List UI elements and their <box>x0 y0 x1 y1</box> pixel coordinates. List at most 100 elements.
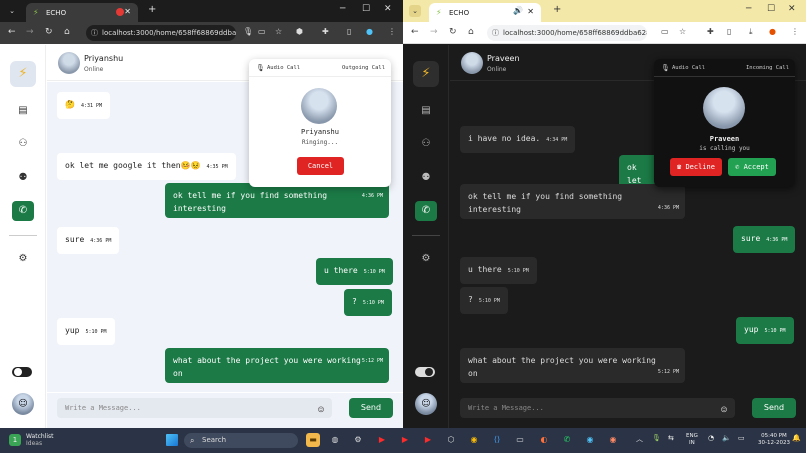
address-bar[interactable]: ⓘ localhost:3000/home/658ff68869ddba628a… <box>487 25 647 41</box>
close-window-icon[interactable]: ✕ <box>384 4 392 14</box>
cast-icon[interactable]: ▭ <box>258 27 266 36</box>
sidepanel-icon[interactable]: ▯ <box>727 27 731 36</box>
echo-favicon-icon: ⚡ <box>436 8 442 17</box>
taskbar-search[interactable]: ⌕ Search <box>184 433 298 448</box>
chrome-icon[interactable]: ◉ <box>467 433 481 447</box>
outgoing-call-popup: 🎙 Audio Call Outgoing Call Priyanshu Rin… <box>249 59 391 187</box>
input-language[interactable]: ENG IN <box>686 433 698 447</box>
address-bar[interactable]: ⓘ localhost:3000/home/658ff68869ddba6... <box>86 25 236 41</box>
site-info-icon[interactable]: ⓘ <box>91 25 98 41</box>
puzzle-icon[interactable]: ✚ <box>707 27 714 36</box>
puzzle-icon[interactable]: ✚ <box>322 27 329 36</box>
reload-icon[interactable]: ↻ <box>45 27 53 37</box>
mic-tray-icon[interactable]: 🎙 <box>652 434 661 442</box>
sidebar-divider <box>412 235 440 236</box>
profile-icon[interactable]: ● <box>366 27 373 36</box>
chats-icon[interactable]: ▤ <box>415 101 437 121</box>
minimize-icon[interactable]: ─ <box>746 4 751 14</box>
file-explorer-icon[interactable]: ▬ <box>306 433 320 447</box>
message-input[interactable]: Write a Message... ☺ <box>57 398 332 418</box>
send-button[interactable]: Send <box>349 398 393 418</box>
message-placeholder: Write a Message... <box>65 404 141 412</box>
extension-icon[interactable]: ⬢ <box>296 27 303 36</box>
battery-icon[interactable]: ▭ <box>738 434 745 442</box>
speaker-icon[interactable]: 🔊 <box>513 6 523 15</box>
send-button[interactable]: Send <box>752 398 796 418</box>
close-tab-icon[interactable]: ✕ <box>527 7 534 16</box>
add-friend-icon[interactable]: ⚇ <box>415 134 437 154</box>
menu-kebab-icon[interactable]: ⋮ <box>388 27 396 36</box>
contact-avatar[interactable] <box>58 52 80 74</box>
settings-gear-icon[interactable]: ⚙ <box>415 249 437 269</box>
decline-call-button[interactable]: ☎ Decline <box>670 158 722 176</box>
minimize-icon[interactable]: ─ <box>340 4 345 14</box>
windows-start-icon[interactable] <box>166 434 178 446</box>
bookmark-star-icon[interactable]: ☆ <box>275 27 282 36</box>
theme-toggle[interactable] <box>12 367 32 377</box>
youtube-icon[interactable]: ▶ <box>375 433 389 447</box>
settings-gear-icon[interactable]: ⚙ <box>12 249 34 269</box>
accept-call-button[interactable]: ✆ Accept <box>728 158 776 176</box>
add-friend-icon[interactable]: ⚇ <box>12 134 34 154</box>
firefox-icon[interactable]: ◐ <box>537 433 551 447</box>
user-avatar[interactable]: ☺ <box>415 393 437 415</box>
site-info-icon[interactable]: ⓘ <box>492 25 499 41</box>
chat-app-icon[interactable]: ◍ <box>328 433 342 447</box>
emoji-icon[interactable]: ☺ <box>721 401 727 421</box>
youtube-icon[interactable]: ▶ <box>398 433 412 447</box>
groups-icon[interactable]: ⚉ <box>415 168 437 188</box>
cube-app-icon[interactable]: ⬡ <box>444 433 458 447</box>
mic-icon[interactable]: 🎙 <box>243 27 253 36</box>
contact-avatar[interactable] <box>461 52 483 74</box>
whatsapp-icon[interactable]: ✆ <box>560 433 574 447</box>
browser-tab[interactable]: ⚡ ECHO 🔊 ✕ <box>429 3 541 22</box>
close-window-icon[interactable]: ✕ <box>788 4 796 14</box>
terminal-icon[interactable]: ▭ <box>513 433 527 447</box>
back-icon[interactable]: ← <box>8 27 16 37</box>
reload-icon[interactable]: ↻ <box>449 27 457 37</box>
calls-icon[interactable]: ✆ <box>12 201 34 221</box>
tab-search-icon[interactable]: ⌄ <box>6 5 18 17</box>
home-icon[interactable]: ⌂ <box>64 27 70 37</box>
forward-icon[interactable]: → <box>26 27 34 37</box>
user-avatar[interactable]: ☺ <box>12 393 34 415</box>
sidepanel-icon[interactable]: ▯ <box>347 27 351 36</box>
sidebar: ⚡ ▤ ⚇ ⚉ ✆ ⚙ ☺ <box>0 45 46 428</box>
home-icon[interactable]: ⌂ <box>468 27 474 37</box>
profile-icon[interactable]: ● <box>769 27 776 36</box>
download-icon[interactable]: ⤓ <box>749 27 753 37</box>
contact-name: Praveen <box>487 54 520 63</box>
chrome-profile-icon[interactable]: ◉ <box>583 433 597 447</box>
message-input[interactable]: Write a Message... ☺ <box>460 398 735 418</box>
wifi-icon[interactable]: ◔ <box>708 434 714 442</box>
close-tab-icon[interactable]: ✕ <box>124 7 131 16</box>
maximize-icon[interactable]: ☐ <box>362 4 370 14</box>
maximize-icon[interactable]: ☐ <box>767 4 775 14</box>
chats-icon[interactable]: ▤ <box>12 101 34 121</box>
cancel-call-button[interactable]: Cancel <box>297 157 344 175</box>
mic-icon: 🎙 <box>661 64 670 72</box>
new-tab-button[interactable]: + <box>148 4 156 15</box>
chrome-profile-icon[interactable]: ◉ <box>606 433 620 447</box>
new-tab-button[interactable]: + <box>553 4 561 15</box>
theme-toggle[interactable] <box>415 367 435 377</box>
groups-icon[interactable]: ⚉ <box>12 168 34 188</box>
back-icon[interactable]: ← <box>411 27 419 37</box>
clock[interactable]: 05:40 PM 30-12-2023 <box>758 433 790 447</box>
tray-chevron-icon[interactable]: ︿ <box>636 434 643 444</box>
emoji-icon[interactable]: ☺ <box>318 401 324 421</box>
notification-bell-icon[interactable]: 🔔 <box>792 434 801 442</box>
tray-app-icon[interactable]: ⇆ <box>668 434 674 442</box>
tab-search-icon[interactable]: ⌄ <box>409 5 421 17</box>
calls-icon[interactable]: ✆ <box>415 201 437 221</box>
cast-icon[interactable]: ▭ <box>661 27 669 36</box>
forward-icon[interactable]: → <box>430 27 438 37</box>
vscode-icon[interactable]: ⟨⟩ <box>490 433 504 447</box>
menu-kebab-icon[interactable]: ⋮ <box>791 27 799 36</box>
youtube-icon[interactable]: ▶ <box>421 433 435 447</box>
settings-app-icon[interactable]: ⚙ <box>351 433 365 447</box>
bookmark-star-icon[interactable]: ☆ <box>679 27 686 36</box>
browser-tab[interactable]: ⚡ ECHO ✕ <box>26 3 138 22</box>
volume-icon[interactable]: 🔈 <box>722 434 731 442</box>
message-bubble: i have no idea. 4:34 PM <box>460 126 576 153</box>
